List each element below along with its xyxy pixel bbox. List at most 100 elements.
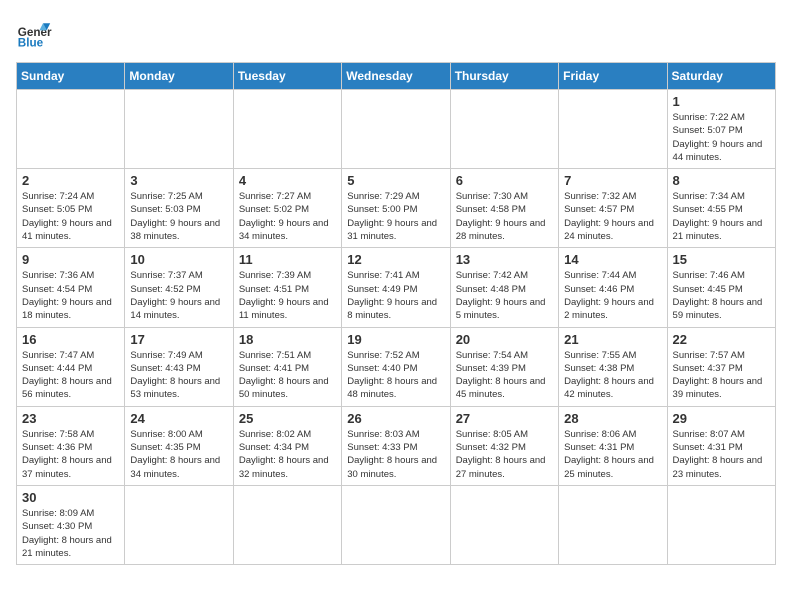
day-number: 3: [130, 173, 227, 188]
day-number: 4: [239, 173, 336, 188]
day-info: Sunrise: 7:57 AM Sunset: 4:37 PM Dayligh…: [673, 349, 770, 402]
day-number: 9: [22, 252, 119, 267]
calendar-cell: 12 Sunrise: 7:41 AM Sunset: 4:49 PM Dayli…: [342, 248, 450, 327]
day-info: Sunrise: 8:07 AM Sunset: 4:31 PM Dayligh…: [673, 428, 770, 481]
calendar-cell: 16 Sunrise: 7:47 AM Sunset: 4:44 PM Dayli…: [17, 327, 125, 406]
calendar-week-row: 16 Sunrise: 7:47 AM Sunset: 4:44 PM Dayli…: [17, 327, 776, 406]
logo-icon: General Blue: [16, 16, 52, 52]
column-header-monday: Monday: [125, 63, 233, 90]
day-number: 5: [347, 173, 444, 188]
calendar-cell: [342, 485, 450, 564]
column-header-sunday: Sunday: [17, 63, 125, 90]
calendar-cell: [233, 90, 341, 169]
day-number: 19: [347, 332, 444, 347]
calendar-cell: 20 Sunrise: 7:54 AM Sunset: 4:39 PM Dayli…: [450, 327, 558, 406]
day-number: 25: [239, 411, 336, 426]
day-info: Sunrise: 7:49 AM Sunset: 4:43 PM Dayligh…: [130, 349, 227, 402]
day-info: Sunrise: 7:32 AM Sunset: 4:57 PM Dayligh…: [564, 190, 661, 243]
calendar-cell: [17, 90, 125, 169]
day-number: 10: [130, 252, 227, 267]
calendar-cell: 27 Sunrise: 8:05 AM Sunset: 4:32 PM Dayli…: [450, 406, 558, 485]
day-info: Sunrise: 7:55 AM Sunset: 4:38 PM Dayligh…: [564, 349, 661, 402]
day-info: Sunrise: 7:29 AM Sunset: 5:00 PM Dayligh…: [347, 190, 444, 243]
day-info: Sunrise: 7:25 AM Sunset: 5:03 PM Dayligh…: [130, 190, 227, 243]
calendar-cell: 6Sunrise: 7:30 AM Sunset: 4:58 PM Daylig…: [450, 169, 558, 248]
day-info: Sunrise: 7:34 AM Sunset: 4:55 PM Dayligh…: [673, 190, 770, 243]
day-info: Sunrise: 8:09 AM Sunset: 4:30 PM Dayligh…: [22, 507, 119, 560]
day-info: Sunrise: 7:37 AM Sunset: 4:52 PM Dayligh…: [130, 269, 227, 322]
day-number: 16: [22, 332, 119, 347]
calendar-cell: 26Sunrise: 8:03 AM Sunset: 4:33 PM Dayli…: [342, 406, 450, 485]
day-number: 17: [130, 332, 227, 347]
column-header-tuesday: Tuesday: [233, 63, 341, 90]
day-number: 21: [564, 332, 661, 347]
calendar-week-row: 1Sunrise: 7:22 AM Sunset: 5:07 PM Daylig…: [17, 90, 776, 169]
calendar-cell: 13Sunrise: 7:42 AM Sunset: 4:48 PM Dayli…: [450, 248, 558, 327]
calendar-cell: [450, 485, 558, 564]
day-info: Sunrise: 7:39 AM Sunset: 4:51 PM Dayligh…: [239, 269, 336, 322]
column-header-wednesday: Wednesday: [342, 63, 450, 90]
calendar-cell: 23 Sunrise: 7:58 AM Sunset: 4:36 PM Dayli…: [17, 406, 125, 485]
svg-text:Blue: Blue: [18, 37, 44, 50]
calendar-cell: 9 Sunrise: 7:36 AM Sunset: 4:54 PM Daylig…: [17, 248, 125, 327]
day-info: Sunrise: 7:41 AM Sunset: 4:49 PM Dayligh…: [347, 269, 444, 322]
column-header-thursday: Thursday: [450, 63, 558, 90]
calendar-cell: 29Sunrise: 8:07 AM Sunset: 4:31 PM Dayli…: [667, 406, 775, 485]
calendar-cell: [559, 485, 667, 564]
calendar-cell: 7 Sunrise: 7:32 AM Sunset: 4:57 PM Daylig…: [559, 169, 667, 248]
day-number: 1: [673, 94, 770, 109]
day-number: 8: [673, 173, 770, 188]
day-info: Sunrise: 7:52 AM Sunset: 4:40 PM Dayligh…: [347, 349, 444, 402]
calendar-cell: [342, 90, 450, 169]
calendar-cell: 15Sunrise: 7:46 AM Sunset: 4:45 PM Dayli…: [667, 248, 775, 327]
calendar-cell: [667, 485, 775, 564]
calendar-cell: 30 Sunrise: 8:09 AM Sunset: 4:30 PM Dayli…: [17, 485, 125, 564]
calendar-cell: [559, 90, 667, 169]
day-number: 7: [564, 173, 661, 188]
day-info: Sunrise: 7:58 AM Sunset: 4:36 PM Dayligh…: [22, 428, 119, 481]
calendar-cell: 11 Sunrise: 7:39 AM Sunset: 4:51 PM Dayli…: [233, 248, 341, 327]
day-info: Sunrise: 8:06 AM Sunset: 4:31 PM Dayligh…: [564, 428, 661, 481]
column-header-friday: Friday: [559, 63, 667, 90]
calendar-cell: 21 Sunrise: 7:55 AM Sunset: 4:38 PM Dayli…: [559, 327, 667, 406]
calendar-cell: 18Sunrise: 7:51 AM Sunset: 4:41 PM Dayli…: [233, 327, 341, 406]
calendar-cell: 19 Sunrise: 7:52 AM Sunset: 4:40 PM Dayli…: [342, 327, 450, 406]
day-number: 22: [673, 332, 770, 347]
calendar-cell: 10 Sunrise: 7:37 AM Sunset: 4:52 PM Dayli…: [125, 248, 233, 327]
page-header: General Blue: [16, 16, 776, 52]
calendar-cell: 4 Sunrise: 7:27 AM Sunset: 5:02 PM Daylig…: [233, 169, 341, 248]
calendar-cell: 3 Sunrise: 7:25 AM Sunset: 5:03 PM Daylig…: [125, 169, 233, 248]
day-info: Sunrise: 8:05 AM Sunset: 4:32 PM Dayligh…: [456, 428, 553, 481]
logo: General Blue: [16, 16, 52, 52]
calendar-week-row: 23 Sunrise: 7:58 AM Sunset: 4:36 PM Dayli…: [17, 406, 776, 485]
day-number: 14: [564, 252, 661, 267]
day-number: 11: [239, 252, 336, 267]
day-number: 27: [456, 411, 553, 426]
day-info: Sunrise: 7:24 AM Sunset: 5:05 PM Dayligh…: [22, 190, 119, 243]
day-info: Sunrise: 8:03 AM Sunset: 4:33 PM Dayligh…: [347, 428, 444, 481]
day-info: Sunrise: 7:36 AM Sunset: 4:54 PM Dayligh…: [22, 269, 119, 322]
day-info: Sunrise: 7:54 AM Sunset: 4:39 PM Dayligh…: [456, 349, 553, 402]
day-number: 20: [456, 332, 553, 347]
calendar-cell: 2 Sunrise: 7:24 AM Sunset: 5:05 PM Daylig…: [17, 169, 125, 248]
day-number: 18: [239, 332, 336, 347]
day-number: 23: [22, 411, 119, 426]
day-info: Sunrise: 7:47 AM Sunset: 4:44 PM Dayligh…: [22, 349, 119, 402]
calendar-week-row: 9 Sunrise: 7:36 AM Sunset: 4:54 PM Daylig…: [17, 248, 776, 327]
day-number: 12: [347, 252, 444, 267]
calendar-cell: [450, 90, 558, 169]
calendar-cell: 28 Sunrise: 8:06 AM Sunset: 4:31 PM Dayli…: [559, 406, 667, 485]
day-number: 2: [22, 173, 119, 188]
day-info: Sunrise: 7:27 AM Sunset: 5:02 PM Dayligh…: [239, 190, 336, 243]
day-number: 28: [564, 411, 661, 426]
day-info: Sunrise: 7:30 AM Sunset: 4:58 PM Dayligh…: [456, 190, 553, 243]
calendar-cell: 17 Sunrise: 7:49 AM Sunset: 4:43 PM Dayli…: [125, 327, 233, 406]
calendar-header-row: SundayMondayTuesdayWednesdayThursdayFrid…: [17, 63, 776, 90]
day-number: 30: [22, 490, 119, 505]
calendar-cell: [125, 90, 233, 169]
day-number: 15: [673, 252, 770, 267]
column-header-saturday: Saturday: [667, 63, 775, 90]
calendar-week-row: 30 Sunrise: 8:09 AM Sunset: 4:30 PM Dayli…: [17, 485, 776, 564]
calendar-cell: 14Sunrise: 7:44 AM Sunset: 4:46 PM Dayli…: [559, 248, 667, 327]
day-info: Sunrise: 7:42 AM Sunset: 4:48 PM Dayligh…: [456, 269, 553, 322]
